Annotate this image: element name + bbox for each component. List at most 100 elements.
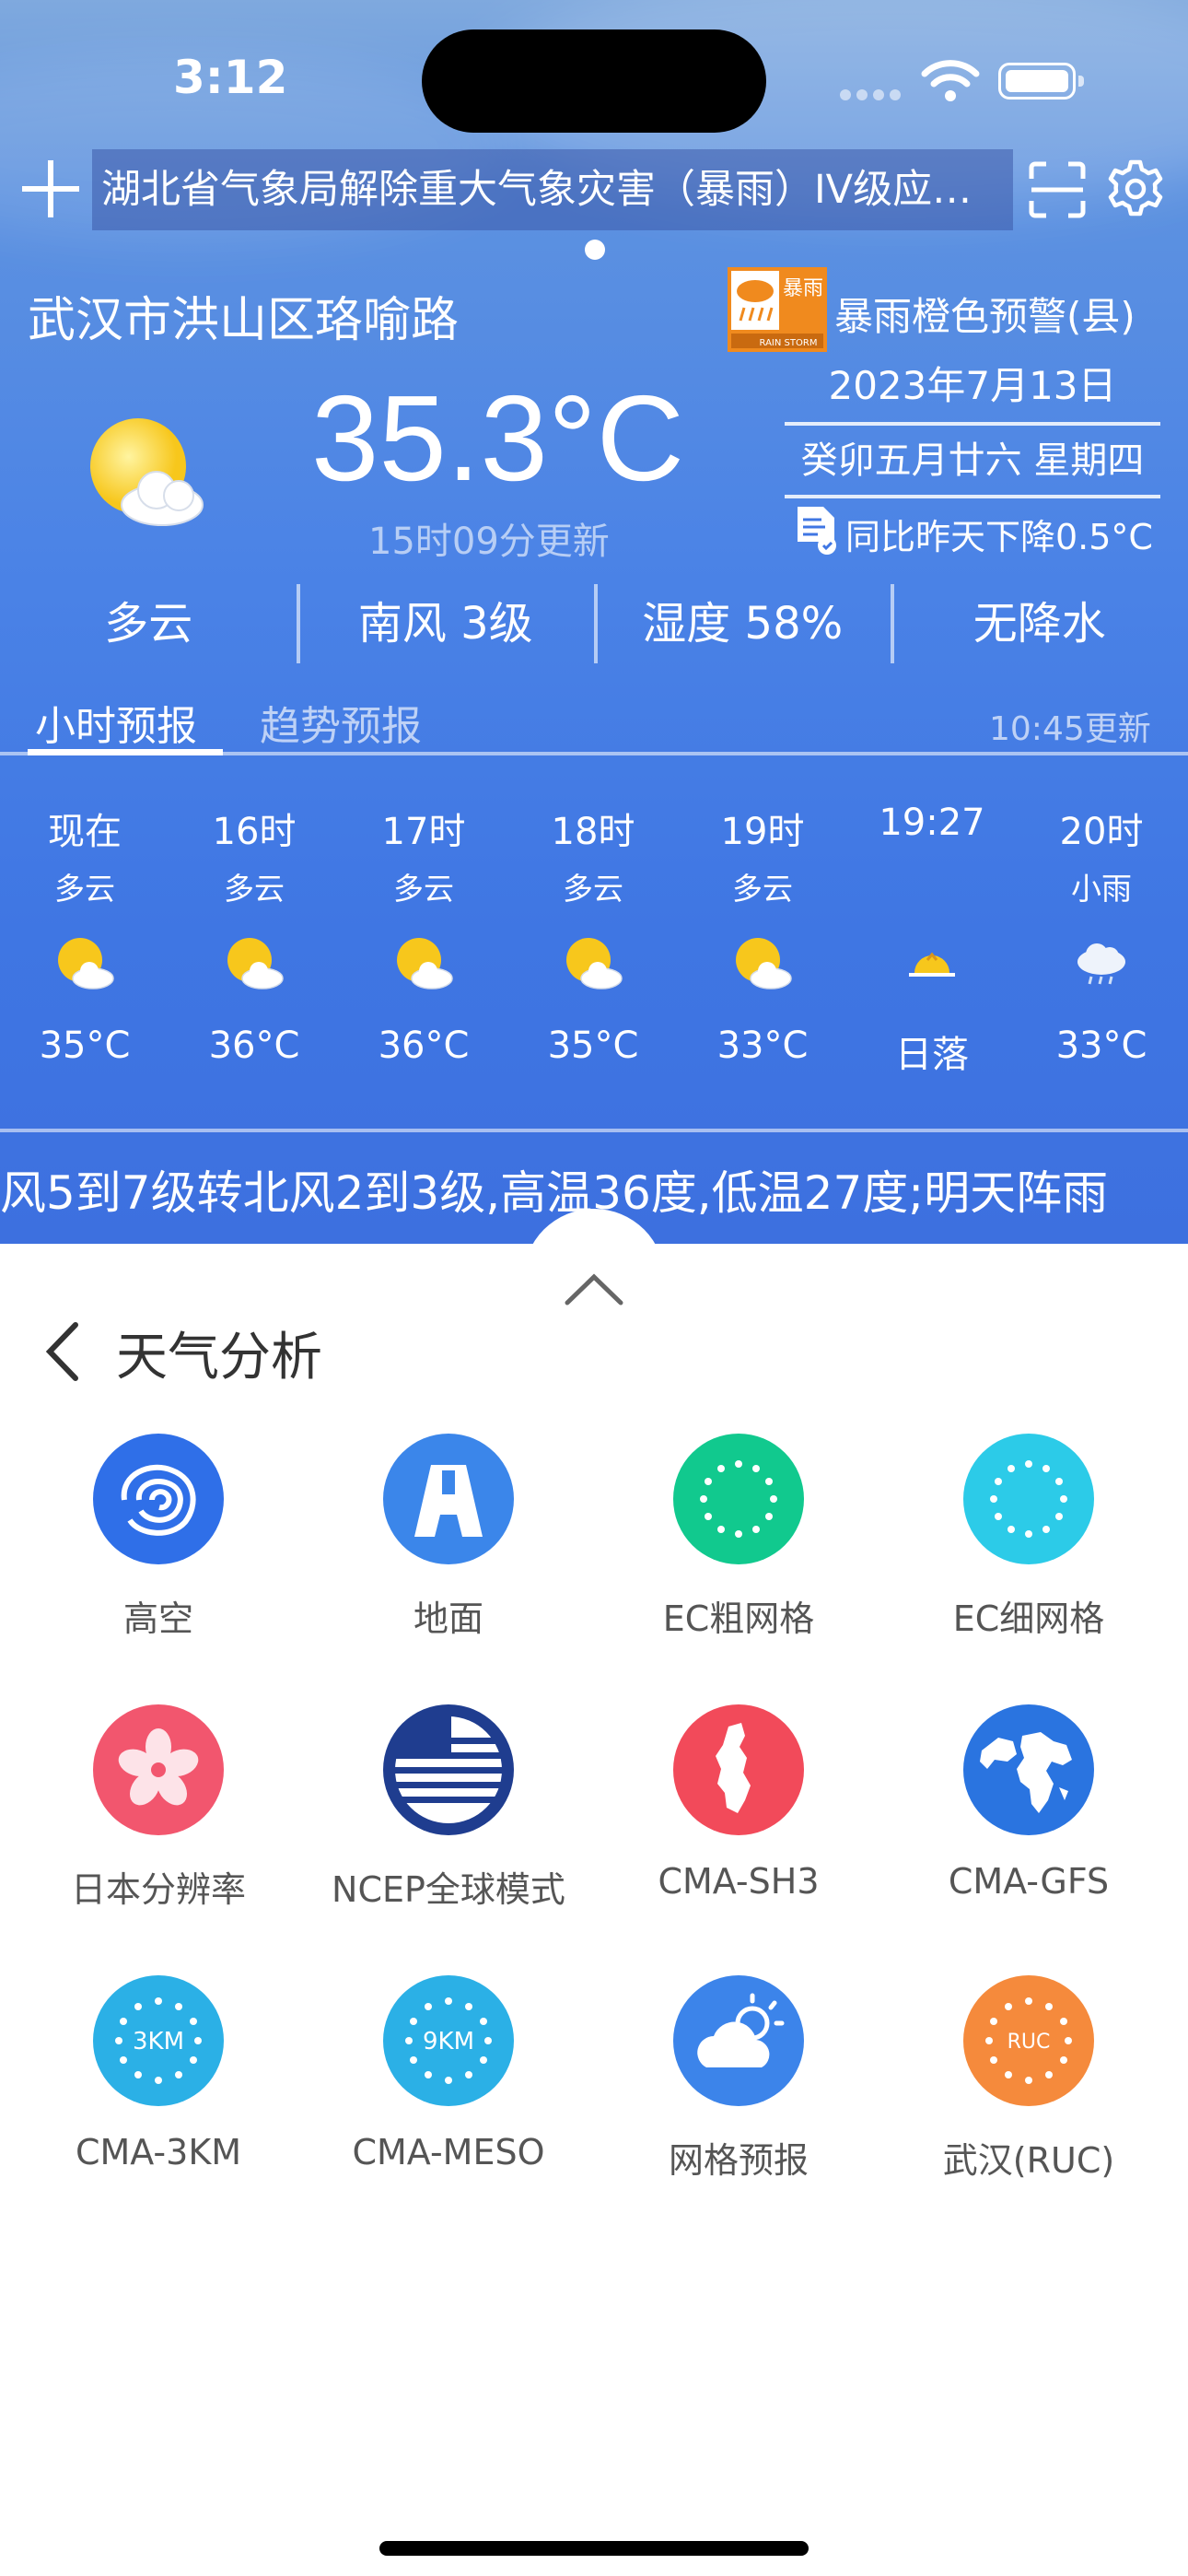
hour-time: 17时 <box>381 811 466 853</box>
grid-item-japan[interactable]: 日本分辨率 <box>20 1704 297 1912</box>
eu-stars-icon <box>673 1434 804 1564</box>
grid-item-label: CMA-MESO <box>352 2132 545 2172</box>
grid-item-surface[interactable]: 地面 <box>310 1434 587 1641</box>
grid-item-grid-forecast[interactable]: 网格预报 <box>600 1975 877 2183</box>
update-time: 15时09分更新 <box>368 521 610 563</box>
grid-item-ncep[interactable]: NCEP全球模式 <box>310 1704 587 1912</box>
alert-banner[interactable]: 湖北省气象局解除重大气象灾害（暴雨）IV级应急响应 <box>92 149 1013 230</box>
location-name[interactable]: 武汉市洪山区珞喻路 <box>28 281 459 350</box>
partly-cloudy-icon <box>90 418 204 526</box>
partly-cloudy-icon <box>397 938 453 989</box>
grid-item-upper-air[interactable]: 高空 <box>20 1434 297 1641</box>
hour-time: 现在 <box>48 811 122 853</box>
stars-badge-icon: RUC <box>963 1975 1094 2106</box>
globe-icon <box>963 1704 1094 1835</box>
hourly-item: 17时 多云 36°C <box>339 802 508 1067</box>
temperature-compare: 同比昨天下降0.5°C <box>845 517 1153 557</box>
shanghai-map-icon <box>673 1704 804 1835</box>
badge-text: RUC <box>1007 2031 1051 2054</box>
forecast-update-time: 10:45更新 <box>989 710 1151 748</box>
condition-sky: 多云 <box>104 598 193 650</box>
hour-condition: 多云 <box>563 871 623 907</box>
hour-time: 18时 <box>551 811 635 853</box>
dynamic-island <box>422 29 766 133</box>
badge-text: 3KM <box>133 2028 184 2055</box>
cloud-sun-icon <box>673 1975 804 2106</box>
stars-badge-icon: 3KM <box>93 1975 224 2106</box>
lunar-date: 癸卯五月廿六 星期四 <box>785 430 1160 498</box>
hour-condition: 多云 <box>224 871 285 907</box>
wifi-icon <box>921 60 980 101</box>
grid-item-label: 地面 <box>413 1598 483 1639</box>
hour-temperature: 36°C <box>208 1025 300 1067</box>
hour-temperature: 33°C <box>716 1025 809 1067</box>
grid-item-cma-3km[interactable]: 3KM CMA-3KM <box>20 1975 297 2172</box>
hourly-forecast-list[interactable]: 现在 多云 35°C 16时 多云 36°C 17时 多云 36°C 18时 多… <box>0 802 1188 1078</box>
sunset-icon <box>909 952 955 977</box>
grid-item-ec-coarse[interactable]: EC粗网格 <box>600 1434 877 1641</box>
hour-temperature: 33°C <box>1055 1025 1147 1067</box>
eu-stars-icon <box>963 1434 1094 1564</box>
hour-temperature: 35°C <box>39 1025 131 1067</box>
divider <box>594 584 598 663</box>
grid-item-ec-fine[interactable]: EC细网格 <box>891 1434 1167 1641</box>
scan-icon[interactable] <box>1028 160 1087 219</box>
grid-item-label: 武汉(RUC) <box>942 2140 1115 2181</box>
hourly-item: 20时 小雨 33°C <box>1017 802 1186 1067</box>
grid-item-cma-sh3[interactable]: CMA-SH3 <box>600 1704 877 1902</box>
upper-air-contour-icon <box>93 1434 224 1564</box>
badge-text: 9KM <box>423 2028 474 2055</box>
divider <box>891 584 894 663</box>
gear-icon[interactable] <box>1105 158 1166 219</box>
tab-trend-forecast[interactable]: 趋势预报 <box>260 693 422 752</box>
warning-badge-sub: RAIN STORM <box>760 338 818 348</box>
condition-wind: 南风 3级 <box>357 598 533 650</box>
home-indicator[interactable] <box>379 2541 809 2556</box>
divider <box>0 752 1188 755</box>
partly-cloudy-icon <box>736 938 792 989</box>
hourly-item: 18时 多云 35°C <box>508 802 678 1067</box>
partly-cloudy-icon <box>58 938 114 989</box>
sheet-title: 天气分析 <box>116 1328 322 1388</box>
tab-hourly-forecast[interactable]: 小时预报 <box>35 693 197 752</box>
us-flag-icon <box>383 1704 514 1835</box>
hourly-item: 现在 多云 35°C <box>0 802 169 1067</box>
battery-icon <box>998 63 1084 100</box>
grid-item-label: NCEP全球模式 <box>332 1869 565 1910</box>
grid-item-cma-gfs[interactable]: CMA-GFS <box>891 1704 1167 1902</box>
grid-item-label: 高空 <box>122 1598 193 1639</box>
document-icon <box>798 507 836 555</box>
divider <box>0 1129 1188 1132</box>
hour-time: 19:27 <box>879 802 985 844</box>
grid-item-label: CMA-3KM <box>75 2132 242 2172</box>
rainstorm-warning-icon[interactable]: 暴雨 RAIN STORM <box>728 267 827 352</box>
warning-badge-text: 暴雨 <box>783 277 823 300</box>
light-rain-icon <box>1077 943 1125 985</box>
hour-condition: 多云 <box>732 871 793 907</box>
sakura-icon <box>93 1704 224 1835</box>
grid-item-label: CMA-GFS <box>948 1861 1110 1902</box>
add-city-button[interactable] <box>18 157 83 221</box>
hour-time: 20时 <box>1059 811 1144 853</box>
back-chevron-icon[interactable] <box>41 1319 87 1384</box>
hour-temperature: 35°C <box>547 1025 639 1067</box>
status-time: 3:12 <box>173 51 288 104</box>
partly-cloudy-icon <box>227 938 284 989</box>
road-icon <box>383 1434 514 1564</box>
hour-time: 16时 <box>212 811 297 853</box>
hour-time: 19时 <box>720 811 805 853</box>
hour-temperature: 日落 <box>895 1034 969 1076</box>
stars-badge-icon: 9KM <box>383 1975 514 2106</box>
grid-item-label: 网格预报 <box>668 2140 809 2181</box>
condition-humidity: 湿度 58% <box>642 598 844 650</box>
condition-precipitation: 无降水 <box>973 598 1106 650</box>
hour-condition <box>847 864 1017 910</box>
warning-text[interactable]: 暴雨橙色预警(县) <box>834 286 1136 342</box>
cellular-signal-icon <box>840 87 906 104</box>
chevron-up-icon[interactable] <box>564 1271 624 1308</box>
grid-item-label: EC粗网格 <box>662 1598 815 1639</box>
grid-item-cma-meso[interactable]: 9KM CMA-MESO <box>310 1975 587 2172</box>
grid-item-label: EC细网格 <box>952 1598 1105 1639</box>
grid-item-wuhan-ruc[interactable]: RUC 武汉(RUC) <box>891 1975 1167 2183</box>
hourly-item: 16时 多云 36°C <box>169 802 339 1067</box>
